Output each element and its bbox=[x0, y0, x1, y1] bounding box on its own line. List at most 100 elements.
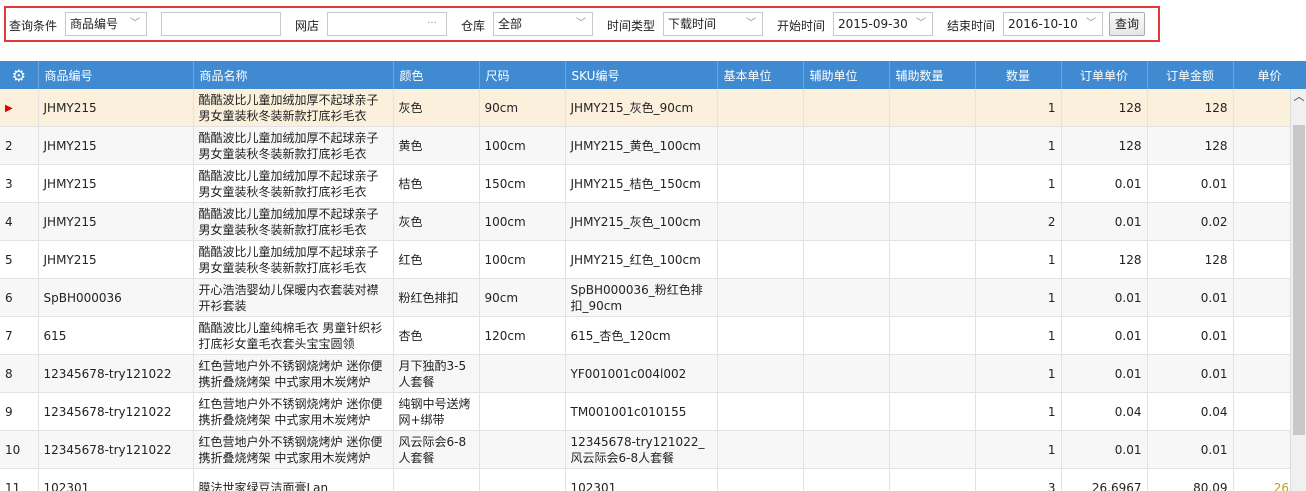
table-row[interactable]: 10 12345678-try121022 红色营地户外不锈钢烧烤炉 迷你便携折叠烧… bbox=[0, 430, 1306, 469]
more-dots-icon[interactable]: ··· bbox=[422, 13, 442, 35]
search-button[interactable]: 查询 bbox=[1109, 12, 1145, 36]
cell-price: 128 bbox=[1061, 126, 1148, 165]
col-header[interactable]: 单价 bbox=[1233, 61, 1306, 89]
start-date-value: 2015-09-30 bbox=[838, 17, 908, 31]
col-header[interactable]: 辅助数量 bbox=[889, 61, 976, 89]
cell-empty bbox=[889, 278, 976, 317]
table-row[interactable]: 11 102301 膜法世家绿豆洁面膏Lan 102301 3 26.6967 80.09 2… bbox=[0, 468, 1306, 491]
cell-empty bbox=[889, 468, 976, 491]
chevron-down-icon: ﹀ bbox=[1086, 18, 1096, 29]
time-type-label: 时间类型 bbox=[607, 19, 656, 33]
cell-empty bbox=[889, 392, 976, 431]
table-row[interactable]: 4 JHMY215 酷酷波比儿童加绒加厚不起球亲子男女童装秋冬装新款打底衫毛衣 灰色 1… bbox=[0, 202, 1306, 241]
col-header[interactable]: 数量 bbox=[975, 61, 1062, 89]
cell-empty bbox=[717, 430, 804, 469]
cell-color: 灰色 bbox=[393, 89, 480, 127]
column-settings[interactable]: ⚙ bbox=[0, 61, 39, 89]
cell-code: 12345678-try121022 bbox=[38, 354, 194, 393]
col-header[interactable]: 订单金额 bbox=[1147, 61, 1234, 89]
cell-name: 红色营地户外不锈钢烧烤炉 迷你便携折叠烧烤架 中式家用木炭烤炉 bbox=[193, 392, 394, 431]
cell-amount: 0.01 bbox=[1147, 164, 1234, 203]
header-row: ⚙ 商品编号 商品名称 颜色 尺码 SKU编号 基本单位 辅助单位 辅助数量 数… bbox=[0, 61, 1306, 89]
col-header[interactable]: 辅助单位 bbox=[803, 61, 890, 89]
scrollbar-thumb[interactable] bbox=[1293, 125, 1305, 435]
cell-empty bbox=[889, 240, 976, 279]
cell-name: 酷酷波比儿童加绒加厚不起球亲子男女童装秋冬装新款打底衫毛衣 bbox=[193, 89, 394, 127]
cell-name: 开心浩浩婴幼儿保暖内衣套装对襟开衫套装 bbox=[193, 278, 394, 317]
cell-qty: 1 bbox=[975, 392, 1062, 431]
cell-code: JHMY215 bbox=[38, 164, 194, 203]
cell-empty bbox=[717, 164, 804, 203]
cell-sku: JHMY215_黄色_100cm bbox=[565, 126, 718, 165]
cell-empty bbox=[889, 354, 976, 393]
cell-qty: 2 bbox=[975, 202, 1062, 241]
cell-code: SpBH000036 bbox=[38, 278, 194, 317]
col-header[interactable]: 商品编号 bbox=[38, 61, 194, 89]
cell-name: 酷酷波比儿童加绒加厚不起球亲子男女童装秋冬装新款打底衫毛衣 bbox=[193, 164, 394, 203]
cell-color: 黄色 bbox=[393, 126, 480, 165]
cell-code: JHMY215 bbox=[38, 126, 194, 165]
cell-empty bbox=[889, 164, 976, 203]
warehouse-select[interactable]: 全部 ﹀ bbox=[493, 12, 593, 36]
table-row[interactable]: 6 SpBH000036 开心浩浩婴幼儿保暖内衣套装对襟开衫套装 粉红色排扣 90cm S… bbox=[0, 278, 1306, 317]
col-header[interactable]: 尺码 bbox=[479, 61, 566, 89]
cell-code: 615 bbox=[38, 316, 194, 355]
table-row[interactable]: ▶ JHMY215 酷酷波比儿童加绒加厚不起球亲子男女童装秋冬装新款打底衫毛衣 灰色 9… bbox=[0, 89, 1306, 127]
row-number: 6 bbox=[0, 278, 39, 317]
start-date-picker[interactable]: 2015-09-30 ﹀ bbox=[833, 12, 933, 36]
cell-price: 0.01 bbox=[1061, 278, 1148, 317]
table-row[interactable]: 3 JHMY215 酷酷波比儿童加绒加厚不起球亲子男女童装秋冬装新款打底衫毛衣 桔色 1… bbox=[0, 164, 1306, 203]
cell-code: JHMY215 bbox=[38, 240, 194, 279]
cell-code: 12345678-try121022 bbox=[38, 392, 194, 431]
col-header[interactable]: 颜色 bbox=[393, 61, 480, 89]
table-row[interactable]: 7 615 酷酷波比儿童纯棉毛衣 男童针织衫打底衫女童毛衣套头宝宝圆领 杏色 120cm… bbox=[0, 316, 1306, 355]
query-field-select[interactable]: 商品编号 ﹀ bbox=[65, 12, 147, 36]
time-type-value: 下载时间 bbox=[668, 17, 717, 31]
cell-empty bbox=[803, 354, 890, 393]
cell-sku: 615_杏色_120cm bbox=[565, 316, 718, 355]
row-number: 9 bbox=[0, 392, 39, 431]
row-number: 5 bbox=[0, 240, 39, 279]
cell-amount: 128 bbox=[1147, 89, 1234, 127]
chevron-down-icon: ﹀ bbox=[746, 18, 756, 29]
shop-picker[interactable]: ··· bbox=[327, 12, 447, 36]
cell-size bbox=[479, 354, 566, 393]
cell-sku: JHMY215_灰色_90cm bbox=[565, 89, 718, 127]
cell-price: 0.01 bbox=[1061, 202, 1148, 241]
time-type-select[interactable]: 下载时间 ﹀ bbox=[663, 12, 763, 36]
cell-size bbox=[479, 430, 566, 469]
col-header[interactable]: 商品名称 bbox=[193, 61, 394, 89]
col-header[interactable]: 订单单价 bbox=[1061, 61, 1148, 89]
table-row[interactable]: 5 JHMY215 酷酷波比儿童加绒加厚不起球亲子男女童装秋冬装新款打底衫毛衣 红色 1… bbox=[0, 240, 1306, 279]
cell-amount: 128 bbox=[1147, 126, 1234, 165]
cell-code: JHMY215 bbox=[38, 89, 194, 127]
end-date-picker[interactable]: 2016-10-10 ﹀ bbox=[1003, 12, 1103, 36]
cell-empty bbox=[717, 126, 804, 165]
table-row[interactable]: 2 JHMY215 酷酷波比儿童加绒加厚不起球亲子男女童装秋冬装新款打底衫毛衣 黄色 1… bbox=[0, 126, 1306, 165]
query-text-input[interactable] bbox=[161, 12, 281, 36]
col-header[interactable]: 基本单位 bbox=[717, 61, 804, 89]
cell-code: 102301 bbox=[38, 468, 194, 491]
col-header[interactable]: SKU编号 bbox=[565, 61, 718, 89]
shop-label: 网店 bbox=[295, 19, 320, 33]
query-toolbar: 查询条件 商品编号 ﹀ 网店 ··· 仓库 全部 ﹀ 时间类型 下载时间 ﹀ 开始时间… bbox=[0, 0, 1306, 50]
chevron-up-icon[interactable]: ︿ bbox=[1291, 89, 1306, 105]
table-row[interactable]: 9 12345678-try121022 红色营地户外不锈钢烧烤炉 迷你便携折叠烧烤… bbox=[0, 392, 1306, 431]
cell-empty bbox=[803, 126, 890, 165]
cell-qty: 1 bbox=[975, 126, 1062, 165]
cell-name: 酷酷波比儿童加绒加厚不起球亲子男女童装秋冬装新款打底衫毛衣 bbox=[193, 240, 394, 279]
start-time-label: 开始时间 bbox=[777, 19, 826, 33]
gear-icon[interactable]: ⚙ bbox=[12, 66, 26, 85]
cell-size: 100cm bbox=[479, 202, 566, 241]
cell-color: 纯钢中号送烤网+绑带 bbox=[393, 392, 480, 431]
cell-sku: SpBH000036_粉红色排扣_90cm bbox=[565, 278, 718, 317]
chevron-down-icon: ﹀ bbox=[576, 18, 586, 29]
query-condition-label: 查询条件 bbox=[9, 19, 58, 33]
table-row[interactable]: 8 12345678-try121022 红色营地户外不锈钢烧烤炉 迷你便携折叠烧烤… bbox=[0, 354, 1306, 393]
cell-empty bbox=[717, 240, 804, 279]
row-number: ▶ bbox=[0, 89, 39, 127]
row-number: 3 bbox=[0, 164, 39, 203]
row-number: 4 bbox=[0, 202, 39, 241]
vertical-scrollbar[interactable]: ︿ bbox=[1290, 89, 1306, 491]
cell-empty bbox=[889, 430, 976, 469]
